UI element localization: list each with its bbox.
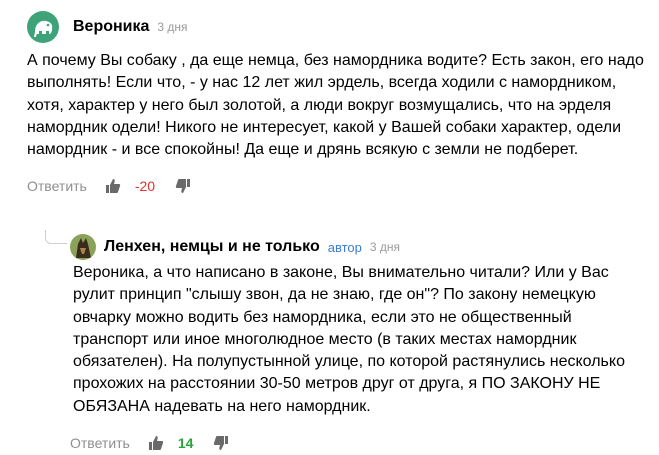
- comment-time: 3 дня: [157, 20, 188, 34]
- author-badge: автор: [327, 239, 362, 255]
- avatar[interactable]: [27, 11, 59, 43]
- thumbs-up-icon: [148, 436, 164, 451]
- comment-actions: Ответить 14: [70, 430, 650, 455]
- comment-text: А почему Вы собаку , да еще немца, без н…: [27, 52, 644, 159]
- comment-text: Вероника, а что написано в законе, Вы вн…: [73, 264, 625, 415]
- reply-button[interactable]: Ответить: [70, 435, 130, 451]
- comment-header: Вероника 3 дня: [27, 11, 647, 43]
- comment-actions: Ответить -20: [27, 173, 647, 199]
- thread-connector: [45, 230, 67, 244]
- dislike-button[interactable]: [175, 178, 191, 194]
- like-button[interactable]: [105, 178, 121, 194]
- author-name[interactable]: Ленхен, немцы и не только: [104, 238, 320, 256]
- dislike-button[interactable]: [213, 435, 229, 451]
- thumbs-down-icon: [175, 179, 191, 194]
- author-name[interactable]: Вероника: [73, 18, 149, 36]
- score: 14: [177, 435, 194, 452]
- comment: Вероника 3 дня А почему Вы собаку , да е…: [27, 11, 647, 199]
- score: -20: [134, 178, 156, 195]
- like-button[interactable]: [148, 435, 164, 451]
- comment-time: 3 дня: [369, 240, 400, 254]
- reply-button[interactable]: Ответить: [27, 178, 87, 194]
- dog-avatar-icon: [70, 234, 96, 260]
- elephant-avatar-icon: [27, 11, 59, 43]
- comment-header: Ленхен, немцы и не только автор 3 дня: [70, 232, 650, 262]
- avatar[interactable]: [70, 234, 96, 260]
- thumbs-up-icon: [105, 179, 121, 194]
- reply-comment: Ленхен, немцы и не только автор 3 дня Ве…: [70, 232, 650, 455]
- thumbs-down-icon: [214, 436, 229, 451]
